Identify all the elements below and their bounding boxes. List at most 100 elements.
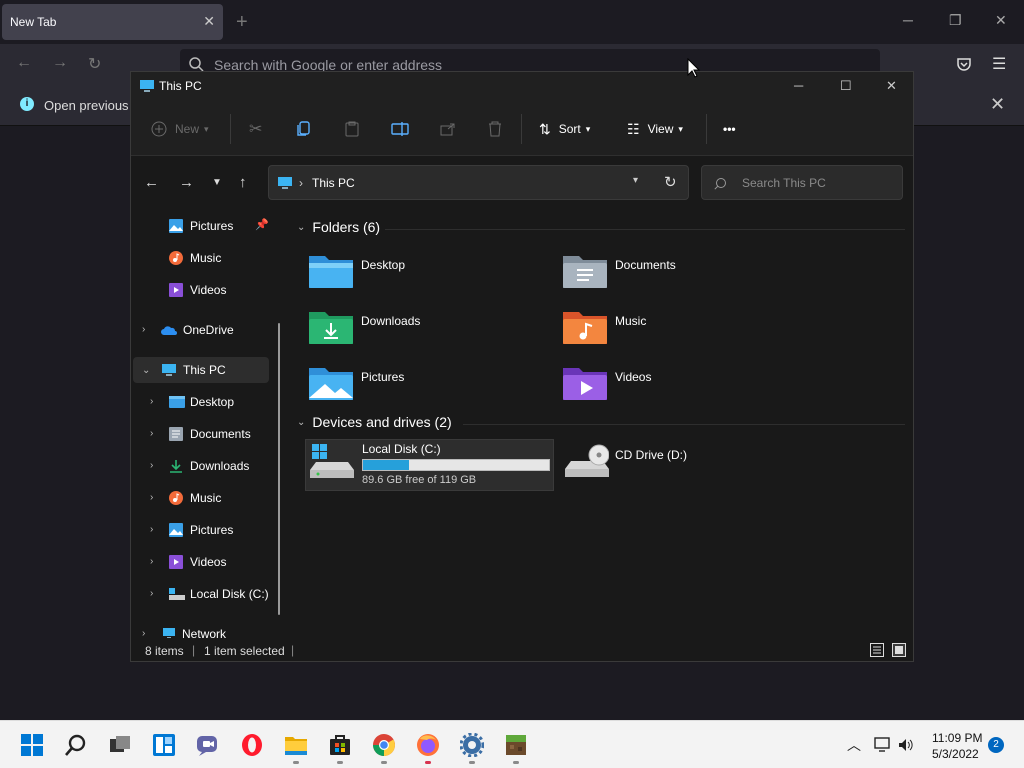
expand-chevron-icon[interactable]: ›: [150, 588, 153, 599]
cut-button[interactable]: ✂: [249, 116, 262, 142]
widgets-icon[interactable]: [152, 733, 176, 757]
folders-group-header[interactable]: ⌄ Folders (6): [297, 219, 380, 235]
expand-chevron-icon[interactable]: ›: [150, 428, 153, 439]
nav-label: Music: [190, 491, 222, 505]
folder-tile-downloads[interactable]: Downloads: [309, 308, 549, 356]
chrome-icon[interactable]: [372, 733, 396, 757]
nav-item-local-disk[interactable]: Local Disk (C:): [169, 581, 269, 607]
folder-tile-music[interactable]: Music: [563, 308, 803, 356]
address-bar[interactable]: › This PC ▾ ↻: [268, 165, 689, 200]
pin-icon: 📌: [255, 219, 269, 231]
nav-item-this-pc[interactable]: ⌄ This PC: [133, 357, 269, 383]
documents-icon: [169, 427, 183, 441]
forward-button[interactable]: →: [179, 174, 194, 191]
tab-close-icon[interactable]: ✕: [203, 13, 215, 30]
browser-back-button[interactable]: ←: [16, 54, 32, 72]
store-icon[interactable]: [328, 733, 352, 757]
collapse-chevron-icon: ⌄: [297, 221, 306, 233]
nav-item-network[interactable]: Network: [161, 621, 226, 638]
more-options-button[interactable]: •••: [723, 116, 736, 142]
explorer-maximize-button[interactable]: ☐: [840, 78, 852, 94]
nav-item-music-quick[interactable]: Music: [169, 245, 221, 271]
task-view-icon[interactable]: [108, 733, 132, 757]
folder-tile-videos[interactable]: Videos: [563, 364, 803, 412]
notification-badge[interactable]: 2: [988, 737, 1004, 753]
nav-item-onedrive[interactable]: OneDrive: [161, 317, 234, 343]
notification-close-icon[interactable]: ✕: [990, 94, 1005, 115]
nav-item-videos-quick[interactable]: Videos: [169, 277, 226, 303]
collapse-chevron-icon[interactable]: ⌄: [142, 365, 150, 376]
navigation-pane: Pictures 📌 Music Videos › OneDrive ⌄ Thi…: [131, 210, 281, 638]
clock-time[interactable]: 11:09 PM: [932, 731, 982, 745]
paste-button[interactable]: [345, 116, 359, 142]
rename-button[interactable]: [391, 116, 409, 142]
expand-chevron-icon[interactable]: ›: [150, 556, 153, 567]
address-history-dropdown[interactable]: ▾: [633, 175, 638, 186]
search-field[interactable]: Search This PC: [701, 165, 903, 200]
explorer-close-button[interactable]: ✕: [886, 78, 897, 94]
nav-item-documents[interactable]: Documents: [169, 421, 251, 447]
nav-item-music[interactable]: Music: [169, 485, 221, 511]
onedrive-icon: [161, 325, 177, 335]
file-explorer-icon[interactable]: [284, 733, 308, 757]
clock-date[interactable]: 5/3/2022: [932, 747, 979, 761]
refresh-icon[interactable]: ↻: [664, 173, 677, 191]
expand-chevron-icon[interactable]: ›: [142, 628, 145, 638]
delete-button[interactable]: [488, 116, 502, 142]
drive-label: CD Drive (D:): [615, 448, 687, 462]
settings-icon[interactable]: [460, 733, 484, 757]
folder-tile-desktop[interactable]: Desktop: [309, 252, 549, 300]
nav-item-desktop[interactable]: Desktop: [169, 389, 234, 415]
details-view-icon[interactable]: [870, 643, 884, 657]
browser-tab[interactable]: New Tab ✕: [2, 4, 223, 40]
view-button[interactable]: ☷ View ▾: [627, 116, 683, 142]
nav-item-pictures[interactable]: Pictures: [169, 517, 233, 543]
start-icon[interactable]: [20, 733, 44, 757]
browser-minimize-button[interactable]: ─: [903, 12, 913, 28]
new-button[interactable]: New ▾: [151, 116, 209, 142]
desktop-folder-icon: [309, 256, 353, 288]
large-icons-view-icon[interactable]: [892, 643, 906, 657]
running-indicator: [337, 761, 343, 764]
nav-item-downloads[interactable]: Downloads: [169, 453, 249, 479]
expand-chevron-icon[interactable]: ›: [150, 492, 153, 503]
expand-chevron-icon[interactable]: ›: [150, 524, 153, 535]
recent-locations-button[interactable]: ▼: [212, 177, 222, 188]
nav-item-pictures-quick[interactable]: Pictures 📌: [169, 213, 273, 239]
up-button[interactable]: ↑: [239, 174, 247, 191]
drive-tile-cd-drive-d[interactable]: CD Drive (D:): [563, 439, 803, 491]
show-hidden-icons-chevron-icon[interactable]: ︿: [847, 735, 861, 755]
drive-tile-local-disk-c[interactable]: Local Disk (C:) 89.6 GB free of 119 GB: [305, 439, 554, 491]
folder-tile-pictures[interactable]: Pictures: [309, 364, 549, 412]
browser-reload-button[interactable]: ↻: [88, 54, 101, 74]
menu-icon[interactable]: ☰: [992, 54, 1006, 74]
chat-icon[interactable]: [196, 733, 220, 757]
scissors-icon: ✂: [249, 121, 263, 138]
expand-chevron-icon[interactable]: ›: [150, 460, 153, 471]
content-pane: ⌄ Folders (6) Desktop Documents Download…: [289, 210, 909, 638]
sort-button[interactable]: ⇅ Sort ▾: [539, 116, 590, 142]
downloads-folder-icon: [309, 312, 353, 344]
folder-tile-documents[interactable]: Documents: [563, 252, 803, 300]
opera-icon[interactable]: [240, 733, 264, 757]
expand-chevron-icon[interactable]: ›: [150, 396, 153, 407]
new-tab-button[interactable]: +: [236, 12, 248, 32]
nav-pane-scrollbar[interactable]: [278, 323, 280, 615]
browser-forward-button[interactable]: →: [52, 54, 68, 72]
network-status-icon[interactable]: [874, 737, 892, 753]
copy-button[interactable]: [297, 116, 311, 142]
nav-item-videos[interactable]: Videos: [169, 549, 226, 575]
share-button[interactable]: [440, 116, 456, 142]
browser-restore-button[interactable]: ❐: [949, 12, 962, 29]
pocket-icon[interactable]: [956, 56, 972, 72]
explorer-minimize-button[interactable]: ─: [794, 78, 803, 93]
search-icon[interactable]: [64, 733, 88, 757]
drives-group-header[interactable]: ⌄ Devices and drives (2): [297, 414, 452, 430]
status-divider: |: [192, 643, 196, 657]
expand-chevron-icon[interactable]: ›: [142, 324, 145, 335]
back-button[interactable]: ←: [144, 174, 159, 191]
browser-close-button[interactable]: ✕: [995, 12, 1007, 29]
volume-icon[interactable]: [898, 737, 914, 753]
minecraft-icon[interactable]: [504, 733, 528, 757]
firefox-icon[interactable]: [416, 733, 440, 757]
